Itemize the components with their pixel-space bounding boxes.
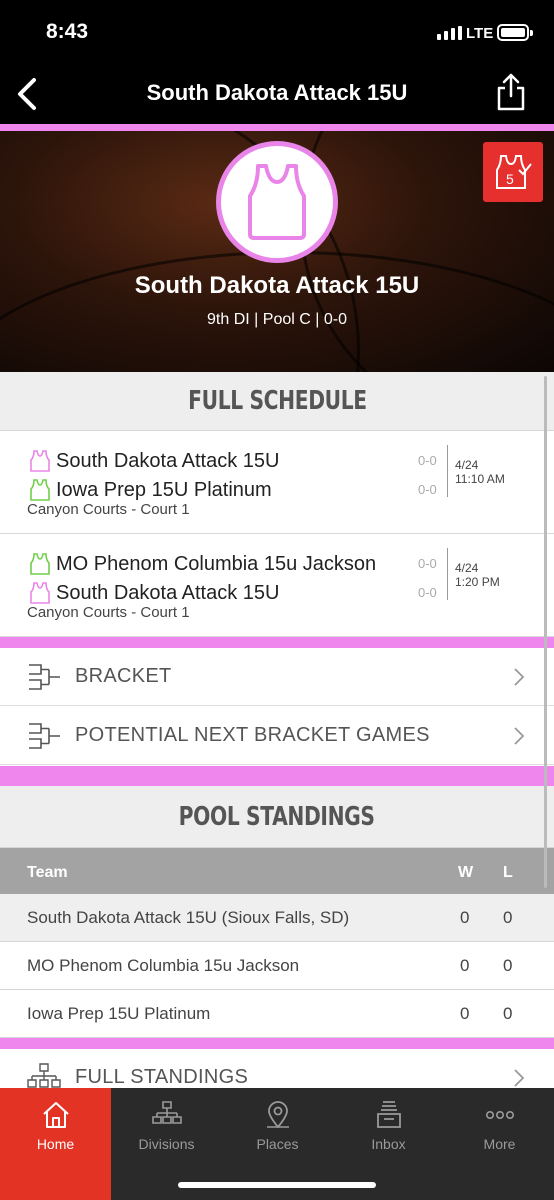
tab-label: More — [483, 1136, 516, 1152]
column-losses: L — [503, 864, 513, 881]
game-time: 1:20 PM — [455, 575, 500, 589]
team-avatar — [216, 141, 338, 263]
bracket-icon — [29, 664, 60, 690]
potential-games-label: POTENTIAL NEXT BRACKET GAMES — [75, 724, 430, 746]
pool-standings-header: POOL STANDINGS — [0, 786, 554, 848]
team-name: MO Phenom Columbia 15u Jackson — [27, 956, 300, 975]
tab-label: Inbox — [371, 1136, 406, 1152]
game-card[interactable]: South Dakota Attack 15U 0-0 Iowa Prep 15… — [0, 431, 554, 534]
map-pin-icon — [267, 1101, 289, 1129]
team-hero: 5 South Dakota Attack 15U 9th DI | Pool … — [0, 131, 554, 372]
game-team-row: Iowa Prep 15U Platinum — [30, 476, 272, 504]
jersey-icon — [30, 479, 50, 501]
wins: 0 — [460, 908, 470, 927]
game-card[interactable]: MO Phenom Columbia 15u Jackson 0-0 South… — [0, 534, 554, 637]
tab-home[interactable]: Home — [0, 1088, 111, 1200]
jersey-icon — [30, 582, 50, 604]
jersey-icon — [30, 450, 50, 472]
tab-label: Places — [256, 1136, 299, 1152]
divisions-icon — [152, 1101, 182, 1124]
inbox-icon — [377, 1101, 401, 1128]
standings-row[interactable]: MO Phenom Columbia 15u Jackson 0 0 — [0, 942, 554, 990]
team-score: 0-0 — [418, 453, 437, 468]
losses: 0 — [503, 1004, 513, 1023]
home-indicator — [178, 1182, 376, 1188]
game-date: 4/24 — [455, 458, 479, 472]
tab-label: Home — [36, 1136, 75, 1152]
standings-row[interactable]: South Dakota Attack 15U (Sioux Falls, SD… — [0, 894, 554, 942]
top-bar: 8:43 LTE South Dakota Attack 15U — [0, 0, 554, 124]
more-icon — [485, 1111, 514, 1120]
column-team: Team — [27, 864, 68, 881]
team-name: MO Phenom Columbia 15u Jackson — [56, 552, 377, 575]
full-schedule-header: FULL SCHEDULE — [0, 372, 554, 431]
accent-divider — [0, 766, 554, 786]
team-subtitle: 9th DI | Pool C | 0-0 — [207, 311, 347, 328]
wins: 0 — [460, 1004, 470, 1023]
jersey-icon — [248, 164, 306, 240]
tab-label: Divisions — [138, 1136, 195, 1152]
home-icon — [43, 1102, 69, 1128]
scrollbar[interactable] — [544, 376, 547, 888]
team-name: Iowa Prep 15U Platinum — [56, 478, 272, 501]
chevron-right-icon — [514, 727, 525, 745]
bracket-link[interactable]: BRACKET — [0, 648, 554, 706]
signal-icon — [437, 26, 462, 40]
divider — [447, 548, 448, 600]
standings-row[interactable]: Iowa Prep 15U Platinum 0 0 — [0, 990, 554, 1038]
game-venue: Canyon Courts - Court 1 — [27, 501, 190, 518]
game-venue: Canyon Courts - Court 1 — [27, 604, 190, 621]
chevron-right-icon — [514, 1069, 525, 1087]
chevron-right-icon — [514, 668, 525, 686]
team-score: 0-0 — [418, 556, 437, 571]
accent-divider — [0, 124, 554, 131]
game-team-row: South Dakota Attack 15U — [30, 579, 279, 607]
team-name: South Dakota Attack 15U (Sioux Falls, SD… — [27, 908, 350, 927]
battery-icon — [497, 24, 533, 41]
full-standings-label: FULL STANDINGS — [75, 1066, 249, 1088]
losses: 0 — [503, 956, 513, 975]
divider — [447, 445, 448, 497]
team-name: South Dakota Attack 15U — [56, 581, 280, 604]
team-name: South Dakota Attack 15U — [56, 449, 280, 472]
tab-more[interactable]: More — [444, 1088, 554, 1200]
jersey-check-icon[interactable]: 5 — [483, 142, 543, 202]
network-label: LTE — [466, 25, 494, 42]
potential-games-link[interactable]: POTENTIAL NEXT BRACKET GAMES — [0, 707, 554, 765]
accent-divider — [0, 637, 554, 648]
wins: 0 — [460, 956, 470, 975]
column-wins: W — [458, 864, 474, 881]
bracket-icon — [29, 723, 60, 749]
jersey-icon — [30, 553, 50, 575]
bracket-label: BRACKET — [75, 665, 172, 687]
losses: 0 — [503, 908, 513, 927]
game-team-row: MO Phenom Columbia 15u Jackson — [30, 550, 376, 578]
nav-title: South Dakota Attack 15U — [146, 80, 408, 105]
team-name: Iowa Prep 15U Platinum — [27, 1004, 211, 1023]
badge-number: 5 — [506, 171, 514, 187]
game-time: 11:10 AM — [455, 472, 505, 486]
team-score: 0-0 — [418, 482, 437, 497]
game-team-row: South Dakota Attack 15U — [30, 447, 279, 475]
team-score: 0-0 — [418, 585, 437, 600]
status-time: 8:43 — [46, 20, 89, 43]
standings-table-header: Team W L — [0, 848, 554, 894]
team-name: South Dakota Attack 15U — [134, 272, 420, 299]
accent-divider — [0, 1038, 554, 1049]
game-date: 4/24 — [455, 561, 479, 575]
share-icon[interactable] — [494, 72, 528, 112]
